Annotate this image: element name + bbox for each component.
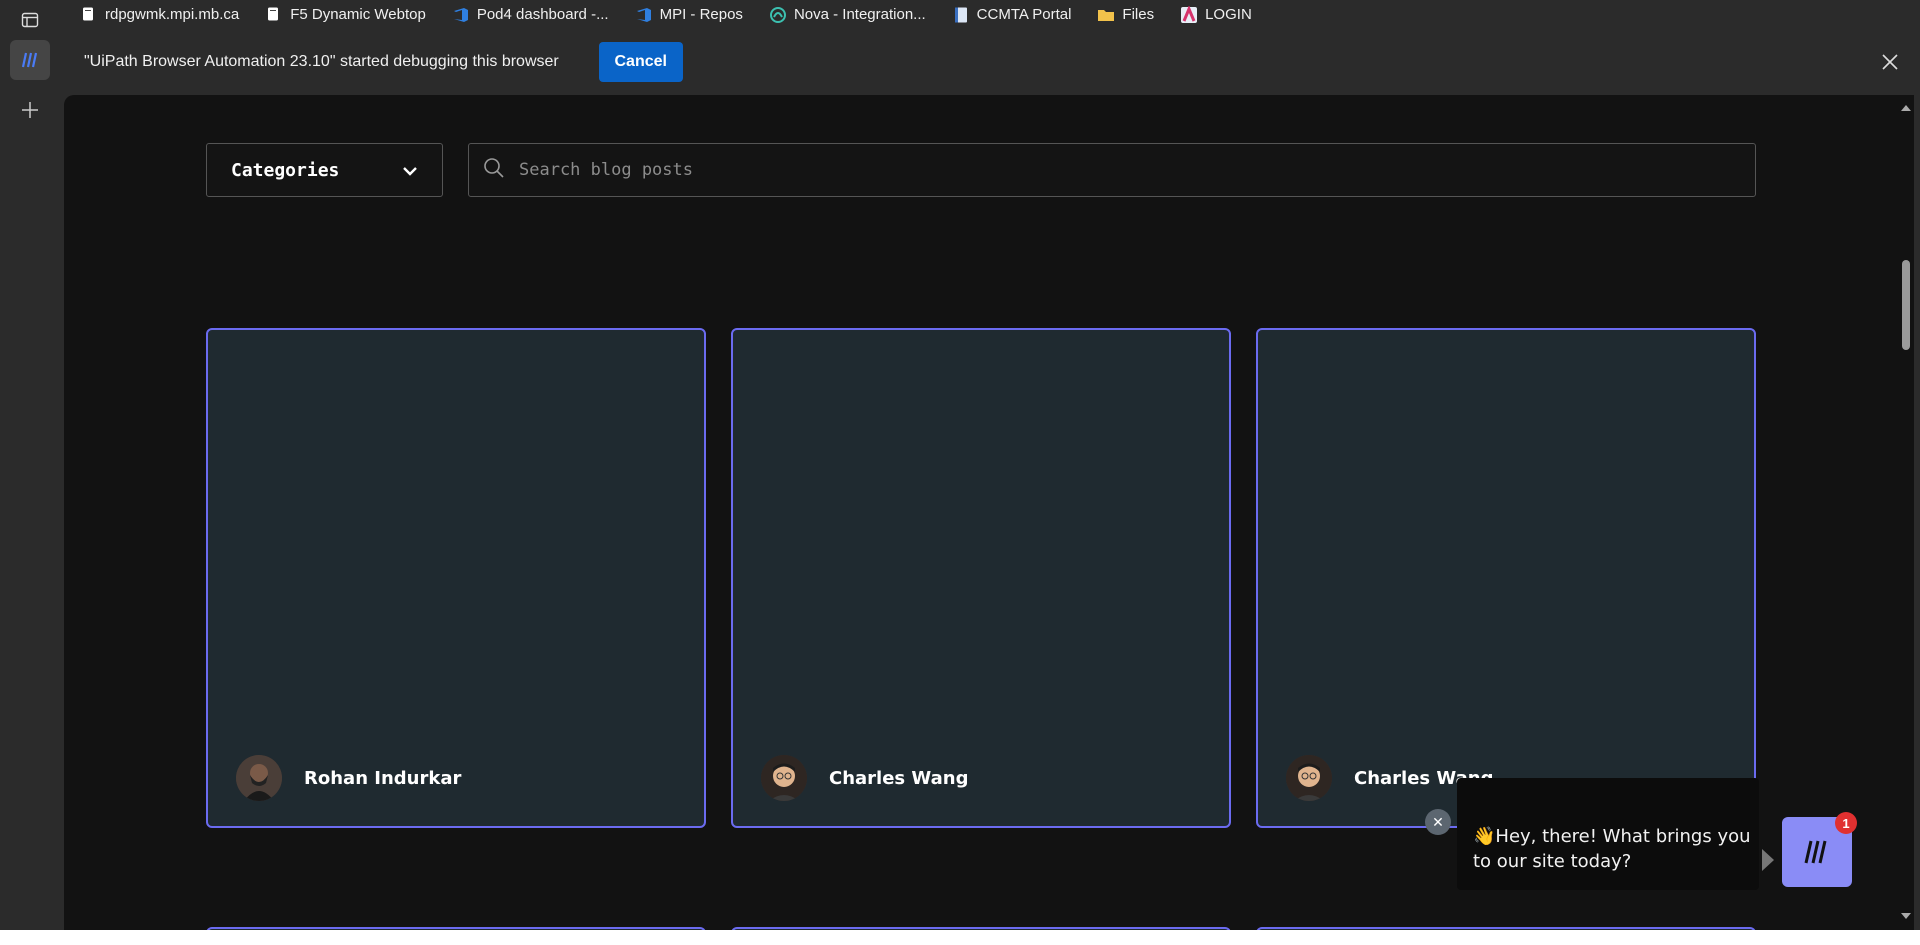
post-author: Charles Wang	[761, 755, 968, 801]
bookmark-label: Pod4 dashboard -...	[476, 5, 609, 23]
search-icon	[483, 157, 505, 184]
search-box[interactable]	[468, 143, 1756, 197]
page-icon	[265, 6, 281, 22]
login-icon	[1180, 5, 1198, 23]
bookmark-ccmta-portal[interactable]: CCMTA Portal	[952, 5, 1072, 23]
bookmark-label: Files	[1122, 5, 1155, 23]
brand-logo-icon	[1804, 840, 1827, 864]
categories-dropdown[interactable]: Categories	[206, 143, 443, 197]
new-tab-plus-icon[interactable]	[10, 90, 50, 130]
author-name[interactable]: Charles Wang	[829, 768, 968, 789]
page-icon	[80, 6, 96, 22]
categories-label: Categories	[231, 159, 340, 181]
bookmark-mpi-repos[interactable]: MPI - Repos	[635, 6, 743, 23]
bookmark-files[interactable]: Files	[1097, 6, 1154, 23]
avatar	[236, 755, 282, 801]
chat-greeting-text: 👋Hey, there! What brings you to our site…	[1473, 826, 1751, 872]
bookmark-rdpgwmk[interactable]: rdpgwmk.mpi.mb.ca	[80, 6, 239, 23]
blog-post-card[interactable]: Charles Wang	[1256, 328, 1756, 828]
bookmark-login[interactable]: LOGIN	[1180, 5, 1252, 23]
author-name[interactable]: Rohan Indurkar	[304, 768, 461, 789]
folder-icon	[1097, 6, 1115, 22]
document-icon	[952, 6, 968, 23]
bookmark-label: F5 Dynamic Webtop	[290, 5, 426, 23]
azure-devops-icon	[452, 6, 468, 22]
chevron-down-icon	[402, 160, 418, 181]
close-icon[interactable]	[1880, 52, 1900, 72]
scroll-up-arrow-icon[interactable]	[1901, 105, 1911, 111]
scrollbar-thumb[interactable]	[1902, 260, 1910, 350]
post-author: Rohan Indurkar	[236, 755, 461, 801]
scroll-down-arrow-icon[interactable]	[1901, 913, 1911, 919]
blog-post-card[interactable]: Rohan Indurkar	[206, 328, 706, 828]
bookmarks-bar: rdpgwmk.mpi.mb.ca F5 Dynamic Webtop Pod4…	[60, 0, 1920, 28]
bottom-edge	[0, 930, 1920, 945]
notification-badge: 1	[1835, 812, 1857, 834]
bookmark-pod4-dashboard[interactable]: Pod4 dashboard -...	[452, 6, 609, 23]
infobar-message: "UiPath Browser Automation 23.10" starte…	[84, 52, 559, 70]
cancel-debugging-button[interactable]: Cancel	[598, 41, 683, 82]
avatar	[761, 755, 807, 801]
bookmark-f5-webtop[interactable]: F5 Dynamic Webtop	[265, 6, 426, 23]
bookmark-label: CCMTA Portal	[976, 5, 1072, 23]
vertical-tab-strip	[0, 0, 60, 945]
bookmark-label: MPI - Repos	[659, 5, 743, 23]
search-input[interactable]	[519, 160, 1719, 180]
azure-devops-icon	[635, 6, 651, 22]
bookmark-label: Nova - Integration...	[793, 5, 926, 23]
active-tab-favicon[interactable]	[10, 40, 50, 80]
bookmark-label: LOGIN	[1205, 5, 1252, 23]
chat-greeting-popup[interactable]: 👋Hey, there! What brings you to our site…	[1457, 778, 1759, 890]
debugging-infobar: "UiPath Browser Automation 23.10" starte…	[60, 28, 1920, 95]
avatar	[1286, 755, 1332, 801]
chat-caret-icon	[1762, 849, 1774, 871]
blog-post-card[interactable]: Charles Wang	[731, 328, 1231, 828]
bookmark-nova-integration[interactable]: Nova - Integration...	[769, 6, 926, 23]
tab-actions-icon[interactable]	[10, 0, 50, 40]
chat-close-icon[interactable]: ✕	[1425, 809, 1451, 835]
bookmark-label: rdpgwmk.mpi.mb.ca	[105, 5, 240, 23]
page-scrollbar[interactable]	[1898, 95, 1914, 930]
nova-icon	[769, 6, 786, 23]
